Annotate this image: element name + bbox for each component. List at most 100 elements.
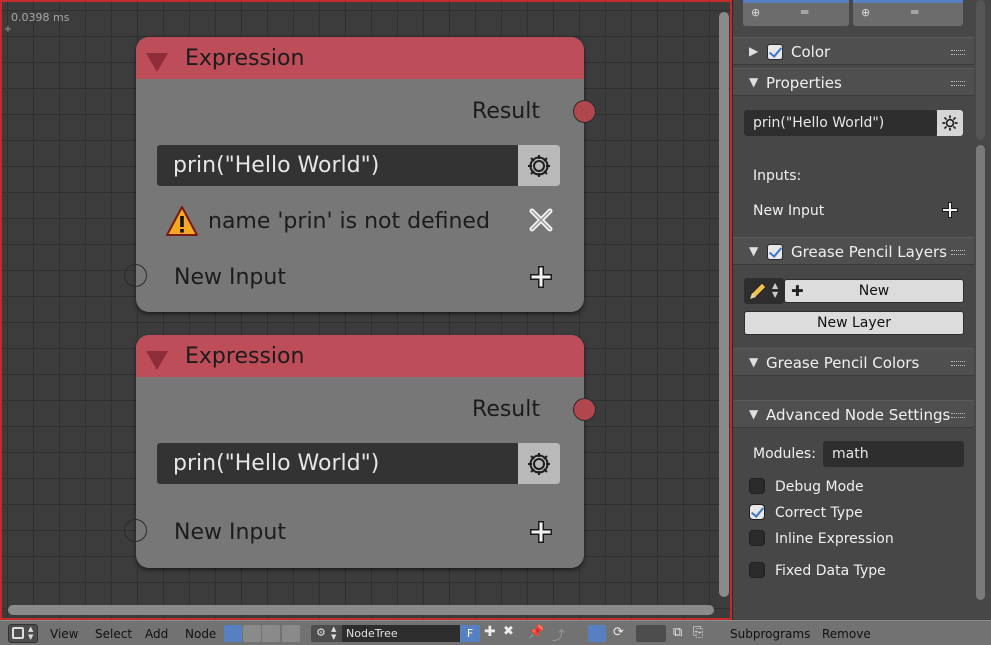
collapse-arrow-icon[interactable]: ▼ [749, 355, 758, 369]
panel-grease-pencil-colors[interactable]: ▼ Grease Pencil Colors [733, 348, 974, 376]
new-input-label: New Input [174, 265, 286, 290]
correct-type-label: Correct Type [775, 505, 863, 521]
menu-icon: ═ [801, 5, 809, 19]
collapse-arrow-icon[interactable]: ▼ [749, 407, 758, 421]
vertical-scrollbar[interactable] [719, 12, 729, 597]
new-input-label: New Input [174, 520, 286, 545]
node-editor[interactable]: 0.0398 ms + Expression Result prin("Hell… [0, 0, 732, 620]
panel-label: Properties [766, 74, 842, 92]
fake-user-button[interactable]: F [460, 625, 480, 642]
editor-type-icon [12, 627, 24, 639]
inline-expression-checkbox[interactable] [749, 530, 765, 546]
debug-mode-label: Debug Mode [775, 479, 864, 495]
sidebar-scrollbar[interactable] [976, 145, 985, 600]
error-row: name 'prin' is not defined [165, 203, 490, 239]
menu-node[interactable]: Node [185, 627, 216, 641]
panel-label: Grease Pencil Layers [791, 243, 947, 261]
gear-icon[interactable] [937, 110, 963, 136]
add-area-icon[interactable]: + [3, 25, 13, 35]
output-label: Result [472, 99, 540, 124]
expression-node-1[interactable]: Expression Result prin("Hello World") na… [124, 37, 596, 312]
node-tree-name-field[interactable]: NodeTree [342, 625, 460, 642]
properties-sidebar[interactable]: ⊕ ═ ⊕ ═ ▶ Color ▼ Properties prin("Hello… [732, 0, 991, 620]
correct-type-checkbox[interactable] [749, 504, 765, 520]
drag-grip-icon[interactable] [951, 50, 965, 55]
gear-icon[interactable] [518, 443, 560, 484]
menu-subprograms[interactable]: Subprograms [730, 627, 810, 641]
editor-type-dropdown[interactable]: ▲ ▼ [8, 624, 38, 643]
drag-grip-icon[interactable] [951, 413, 965, 418]
top-widget-left[interactable]: ⊕ ═ [743, 0, 849, 26]
add-tree-icon[interactable]: ✚ [484, 624, 496, 640]
collapse-arrow-icon[interactable]: ▼ [749, 244, 758, 258]
collapse-arrow-icon[interactable]: ▼ [749, 75, 758, 89]
collapse-triangle-icon[interactable] [146, 53, 168, 72]
expression-field[interactable]: prin("Hello World") [157, 145, 560, 186]
input-socket-new[interactable] [124, 264, 147, 287]
texture-nodes-icon[interactable] [243, 625, 261, 642]
parent-tree-icon[interactable]: ⤴ [552, 625, 565, 644]
pencil-mode-dropdown[interactable]: ▲ ▼ [744, 278, 784, 304]
gear-icon[interactable] [518, 145, 560, 186]
updown-arrows-icon: ▲ ▼ [772, 281, 779, 299]
expression-node-2[interactable]: Expression Result prin("Hello World") Ne… [124, 335, 596, 568]
panel-grease-pencil-layers[interactable]: ▼ Grease Pencil Layers [733, 237, 974, 265]
grease-layers-enable-checkbox[interactable] [767, 244, 783, 260]
output-label: Result [472, 397, 540, 422]
copy-nodes-icon[interactable]: ⧉ [673, 625, 682, 640]
menu-select[interactable]: Select [95, 627, 132, 641]
menu-remove[interactable]: Remove [822, 627, 871, 641]
unlink-tree-icon[interactable]: ✖ [503, 624, 514, 639]
sphere-icon[interactable] [282, 625, 300, 642]
add-icon: ⊕ [861, 6, 871, 19]
node-header[interactable]: Expression [136, 335, 584, 377]
new-grease-layer-button[interactable]: New Layer [744, 311, 964, 335]
node-header[interactable]: Expression [136, 37, 584, 79]
top-widget-right[interactable]: ⊕ ═ [853, 0, 963, 26]
expression-field[interactable]: prin("Hello World") [157, 443, 560, 484]
plus-icon [530, 266, 552, 288]
color-enable-checkbox[interactable] [767, 44, 783, 60]
new-layer-button[interactable]: ✚ New [784, 279, 964, 303]
panel-label: Color [791, 43, 831, 61]
expression-text[interactable]: prin("Hello World") [157, 443, 518, 484]
collapse-triangle-icon[interactable] [146, 351, 168, 370]
drag-grip-icon[interactable] [951, 361, 965, 366]
debug-mode-checkbox[interactable] [749, 478, 765, 494]
panel-properties[interactable]: ▼ Properties [733, 68, 974, 96]
fixed-data-type-checkbox[interactable] [749, 562, 765, 578]
drag-grip-icon[interactable] [951, 81, 965, 86]
panel-color[interactable]: ▶ Color [733, 37, 974, 65]
output-socket-result[interactable] [573, 100, 596, 123]
add-input-button[interactable] [528, 519, 554, 545]
button-label: New [858, 283, 890, 299]
pin-icon[interactable]: 📌 [528, 625, 544, 640]
shader-nodes-icon[interactable] [224, 625, 242, 642]
input-socket-new[interactable] [124, 519, 147, 542]
panel-advanced-node-settings[interactable]: ▼ Advanced Node Settings [733, 400, 974, 428]
output-socket-result[interactable] [573, 398, 596, 421]
editor-header-bar: ▲ ▼ View Select Add Node ⚙ ▲ ▼ NodeTree F … [0, 620, 991, 645]
expression-field[interactable]: prin("Hello World") [744, 110, 937, 136]
expand-arrow-icon[interactable]: ▶ [749, 44, 758, 58]
updown-arrows-icon: ▲ ▼ [28, 625, 34, 641]
dismiss-error-button[interactable] [528, 207, 554, 233]
node-tree-icon: ⚙ [316, 626, 326, 639]
add-icon: ✚ [791, 282, 804, 300]
drag-grip-icon[interactable] [951, 250, 965, 255]
backdrop-icon[interactable] [588, 625, 606, 642]
add-input-button[interactable] [941, 201, 959, 223]
snap-icon[interactable]: ⟳ [613, 625, 624, 640]
paste-nodes-icon[interactable]: ⎘ [693, 625, 703, 640]
add-input-button[interactable] [528, 264, 554, 290]
output-row: Result [136, 377, 584, 422]
modules-field[interactable]: math [823, 441, 964, 467]
checker-icon[interactable] [262, 625, 280, 642]
snap-element-dropdown[interactable] [636, 625, 666, 642]
expression-text[interactable]: prin("Hello World") [157, 145, 518, 186]
menu-view[interactable]: View [50, 627, 78, 641]
sidebar-scroll-track[interactable] [976, 0, 985, 140]
menu-add[interactable]: Add [145, 627, 168, 641]
horizontal-scrollbar[interactable] [8, 605, 714, 615]
node-tree-browse-button[interactable]: ⚙ ▲ ▼ [311, 625, 342, 642]
